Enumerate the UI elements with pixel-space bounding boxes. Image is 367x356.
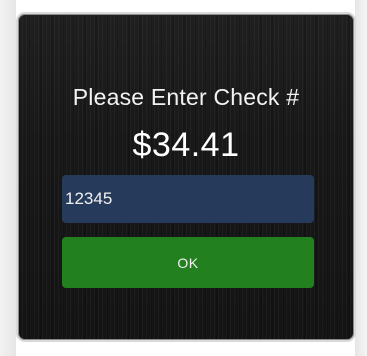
screen: Please Enter Check # $34.41 OK — [0, 0, 367, 356]
background-edge-right — [355, 0, 367, 356]
ok-button[interactable]: OK — [62, 237, 314, 288]
check-number-input[interactable] — [62, 175, 314, 223]
amount-due: $34.41 — [132, 126, 240, 164]
background-edge-left — [0, 0, 16, 356]
dialog-title: Please Enter Check # — [72, 84, 300, 110]
check-number-dialog: Please Enter Check # $34.41 OK — [16, 12, 356, 342]
